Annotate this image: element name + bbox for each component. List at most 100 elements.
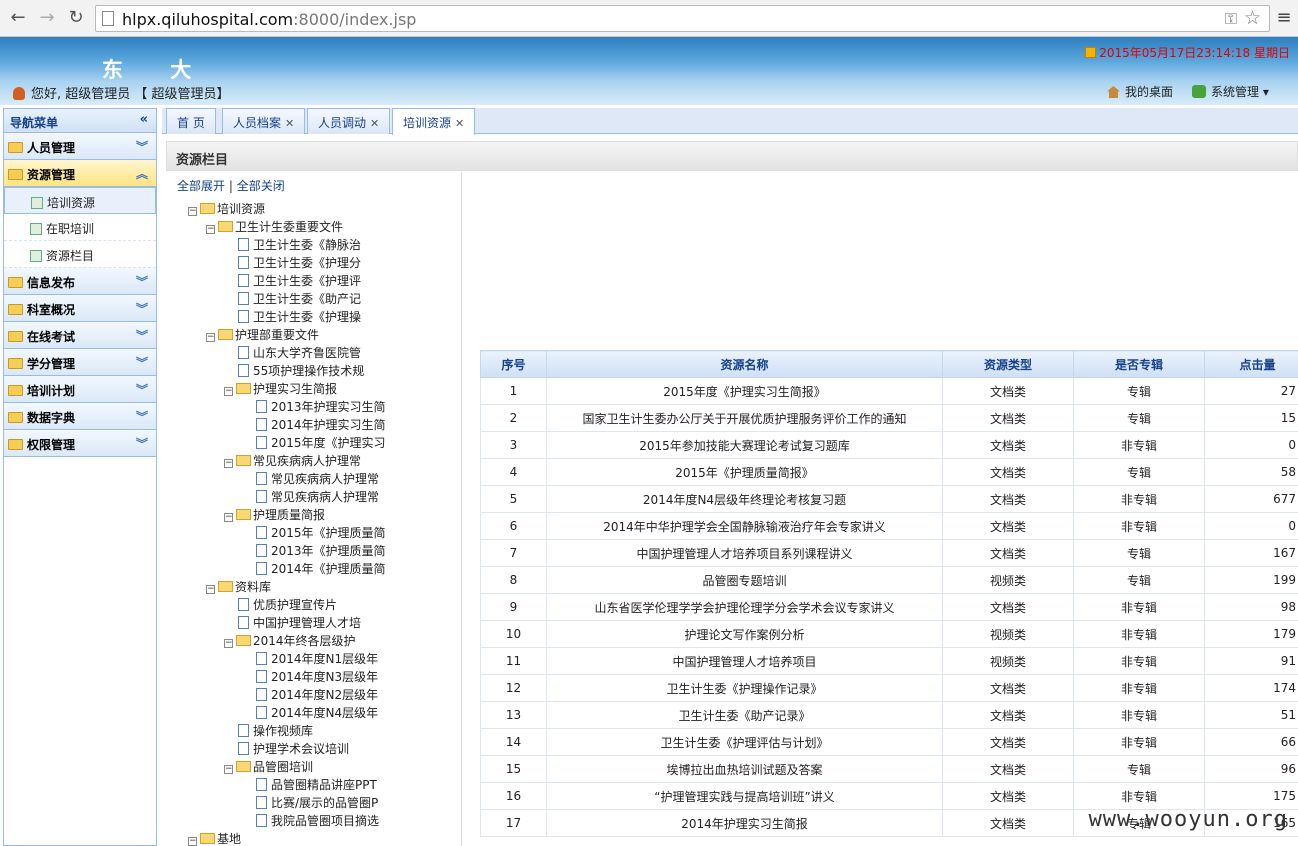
- tree-toggle-icon[interactable]: −: [224, 639, 233, 648]
- nav-group-plan[interactable]: 培训计划 ︾: [4, 376, 156, 403]
- tree-doc-node[interactable]: 55项护理操作技术规: [238, 362, 461, 380]
- table-row[interactable]: 14 卫生计生委《护理评估与计划》 文档类 非专辑 66: [480, 728, 1298, 756]
- table-row[interactable]: 15 埃博拉出血热培训试题及答案 文档类 专辑 96: [480, 755, 1298, 783]
- nav-group-permission[interactable]: 权限管理 ︾: [4, 430, 156, 457]
- tree-toggle-icon[interactable]: −: [206, 585, 215, 594]
- close-icon[interactable]: ✕: [455, 117, 464, 130]
- nav-group-personnel[interactable]: 人员管理 ︾: [4, 133, 156, 160]
- tree-doc-node[interactable]: 卫生计生委《护理评: [238, 272, 461, 290]
- tree-doc-node[interactable]: 2013年《护理质量简: [256, 542, 461, 560]
- nav-group-info[interactable]: 信息发布 ︾: [4, 268, 156, 295]
- table-row[interactable]: 9 山东省医学伦理学学会护理伦理学分会学术会议专家讲义 文档类 非专辑 98: [480, 593, 1298, 621]
- tree-toggle-icon[interactable]: −: [206, 225, 215, 234]
- nav-group-credits[interactable]: 学分管理 ︾: [4, 349, 156, 376]
- tree-doc-node[interactable]: 常见疾病病人护理常: [256, 488, 461, 506]
- tree-toggle-icon[interactable]: −: [206, 333, 215, 342]
- table-row[interactable]: 1 2015年度《护理实习生简报》 文档类 专辑 27: [480, 377, 1298, 405]
- tree-doc-node[interactable]: 中国护理管理人才培: [238, 614, 461, 632]
- tree-doc-node[interactable]: 2013年护理实习生简: [256, 398, 461, 416]
- tree-doc-node[interactable]: 2014年度N2层级年: [256, 686, 461, 704]
- table-row[interactable]: 8 品管圈专题培训 视频类 专辑 199: [480, 566, 1298, 594]
- tree-folder-node[interactable]: − 2014年终各层级护: [224, 632, 461, 650]
- tree-toggle-icon[interactable]: −: [188, 207, 197, 216]
- back-arrow-icon[interactable]: ←: [7, 7, 29, 29]
- nav-group-exam[interactable]: 在线考试 ︾: [4, 322, 156, 349]
- table-row[interactable]: 7 中国护理管理人才培养项目系列课程讲义 文档类 专辑 167: [480, 539, 1298, 567]
- tree-doc-node[interactable]: 卫生计生委《护理分: [238, 254, 461, 272]
- tree-doc-node[interactable]: 2014年度N4层级年: [256, 704, 461, 722]
- tree-doc-node[interactable]: 比赛/展示的品管圈P: [256, 794, 461, 812]
- sidebar-item-resource-columns[interactable]: 资源栏目: [4, 241, 156, 268]
- tab-personnel-transfer[interactable]: 人员调动 ✕: [307, 108, 391, 134]
- tree-folder-node[interactable]: − 卫生计生委重要文件: [206, 218, 461, 236]
- tree-folder-node[interactable]: − 护理部重要文件: [206, 326, 461, 344]
- system-admin-menu[interactable]: 系统管理 ▾: [1192, 83, 1269, 100]
- tree-doc-node[interactable]: 操作视频库: [238, 722, 461, 740]
- tree-doc-node[interactable]: 2014年度N3层级年: [256, 668, 461, 686]
- tree-doc-node[interactable]: 卫生计生委《护理操: [238, 308, 461, 326]
- address-bar[interactable]: hlpx.qiluhospital.com:8000/index.jsp ⚿ ☆: [95, 5, 1270, 32]
- tab-training-resources[interactable]: 培训资源 ✕: [392, 108, 476, 135]
- tree-doc-node[interactable]: 2015年《护理质量简: [256, 524, 461, 542]
- tree-folder-node[interactable]: − 常见疾病病人护理常: [224, 452, 461, 470]
- forward-arrow-icon[interactable]: →: [36, 7, 58, 29]
- tree-folder-node[interactable]: − 护理质量简报: [224, 506, 461, 524]
- table-cell: 91: [1204, 647, 1298, 675]
- my-desktop-link[interactable]: 我的桌面: [1107, 83, 1173, 100]
- table-row[interactable]: 16 “护理管理实践与提高培训班”讲义 文档类 非专辑 175: [480, 782, 1298, 810]
- tree-toggle-icon[interactable]: −: [224, 459, 233, 468]
- expand-all-link[interactable]: 全部展开: [177, 179, 225, 193]
- key-icon[interactable]: ⚿: [1225, 9, 1237, 29]
- reload-icon[interactable]: ↻: [65, 7, 87, 29]
- table-row[interactable]: 13 卫生计生委《助产记录》 文档类 非专辑 51: [480, 701, 1298, 729]
- column-header[interactable]: 资源名称: [546, 350, 943, 378]
- tree-doc-node[interactable]: 2014年《护理质量简: [256, 560, 461, 578]
- tree-folder-node[interactable]: − 培训资源: [188, 200, 461, 218]
- column-header[interactable]: 点击量: [1204, 350, 1298, 378]
- nav-group-dept[interactable]: 科室概况 ︾: [4, 295, 156, 322]
- tree-doc-node[interactable]: 山东大学齐鲁医院管: [238, 344, 461, 362]
- tree-toggle-icon[interactable]: −: [224, 765, 233, 774]
- tree-doc-node[interactable]: 2014年度N1层级年: [256, 650, 461, 668]
- tree-doc-node[interactable]: 优质护理宣传片: [238, 596, 461, 614]
- column-header[interactable]: 是否专辑: [1073, 350, 1205, 378]
- tree-doc-node[interactable]: 护理学术会议培训: [238, 740, 461, 758]
- tree-folder-node[interactable]: − 品管圈培训: [224, 758, 461, 776]
- close-icon[interactable]: ✕: [285, 117, 294, 130]
- sidebar-item-training-resources[interactable]: 培训资源: [4, 187, 156, 214]
- table-row[interactable]: 2 国家卫生计生委办公厅关于开展优质护理服务评价工作的通知 文档类 专辑 15: [480, 404, 1298, 432]
- nav-group-dict[interactable]: 数据字典 ︾: [4, 403, 156, 430]
- bookmark-star-icon[interactable]: ☆: [1244, 7, 1261, 29]
- table-row[interactable]: 6 2014年中华护理学会全国静脉输液治疗年会专家讲义 文档类 非专辑 0: [480, 512, 1298, 540]
- menu-icon[interactable]: ≡: [1274, 8, 1294, 28]
- table-row[interactable]: 11 中国护理管理人才培养项目 视频类 非专辑 91: [480, 647, 1298, 675]
- column-header[interactable]: 序号: [480, 350, 547, 378]
- tree-folder-node[interactable]: − 基地: [188, 830, 461, 846]
- column-header[interactable]: 资源类型: [942, 350, 1074, 378]
- table-row[interactable]: 5 2014年度N4层级年终理论考核复习题 文档类 非专辑 677: [480, 485, 1298, 513]
- tree-doc-node[interactable]: 卫生计生委《助产记: [238, 290, 461, 308]
- tree-doc-node[interactable]: 2015年度《护理实习: [256, 434, 461, 452]
- collapse-sidebar-icon[interactable]: «: [140, 112, 148, 127]
- close-icon[interactable]: ✕: [370, 117, 379, 130]
- tree-toggle-icon[interactable]: −: [224, 387, 233, 396]
- collapse-all-link[interactable]: 全部关闭: [237, 179, 285, 193]
- tree-folder-node[interactable]: − 资料库: [206, 578, 461, 596]
- tree-toggle-icon[interactable]: −: [224, 513, 233, 522]
- tree-doc-node[interactable]: 卫生计生委《静脉治: [238, 236, 461, 254]
- table-row[interactable]: 10 护理论文写作案例分析 视频类 非专辑 179: [480, 620, 1298, 648]
- tree-doc-node[interactable]: 2014年护理实习生简: [256, 416, 461, 434]
- table-cell: 9: [480, 593, 547, 621]
- tree-toggle-icon[interactable]: −: [188, 837, 197, 846]
- tree-doc-node[interactable]: 我院品管圈项目摘选: [256, 812, 461, 830]
- tree-folder-node[interactable]: − 护理实习生简报: [224, 380, 461, 398]
- tab-personnel-files[interactable]: 人员档案 ✕: [222, 108, 306, 134]
- tree-doc-node[interactable]: 常见疾病病人护理常: [256, 470, 461, 488]
- sidebar-item-onjob-training[interactable]: 在职培训: [4, 214, 156, 241]
- tab-home[interactable]: 首 页: [166, 108, 216, 134]
- tree-doc-node[interactable]: 品管圈精品讲座PPT: [256, 776, 461, 794]
- nav-group-resources[interactable]: 资源管理 ︽: [4, 160, 156, 187]
- table-row[interactable]: 4 2015年《护理质量简报》 文档类 专辑 58: [480, 458, 1298, 486]
- table-row[interactable]: 3 2015年参加技能大赛理论考试复习题库 文档类 非专辑 0: [480, 431, 1298, 459]
- table-row[interactable]: 12 卫生计生委《护理操作记录》 文档类 非专辑 174: [480, 674, 1298, 702]
